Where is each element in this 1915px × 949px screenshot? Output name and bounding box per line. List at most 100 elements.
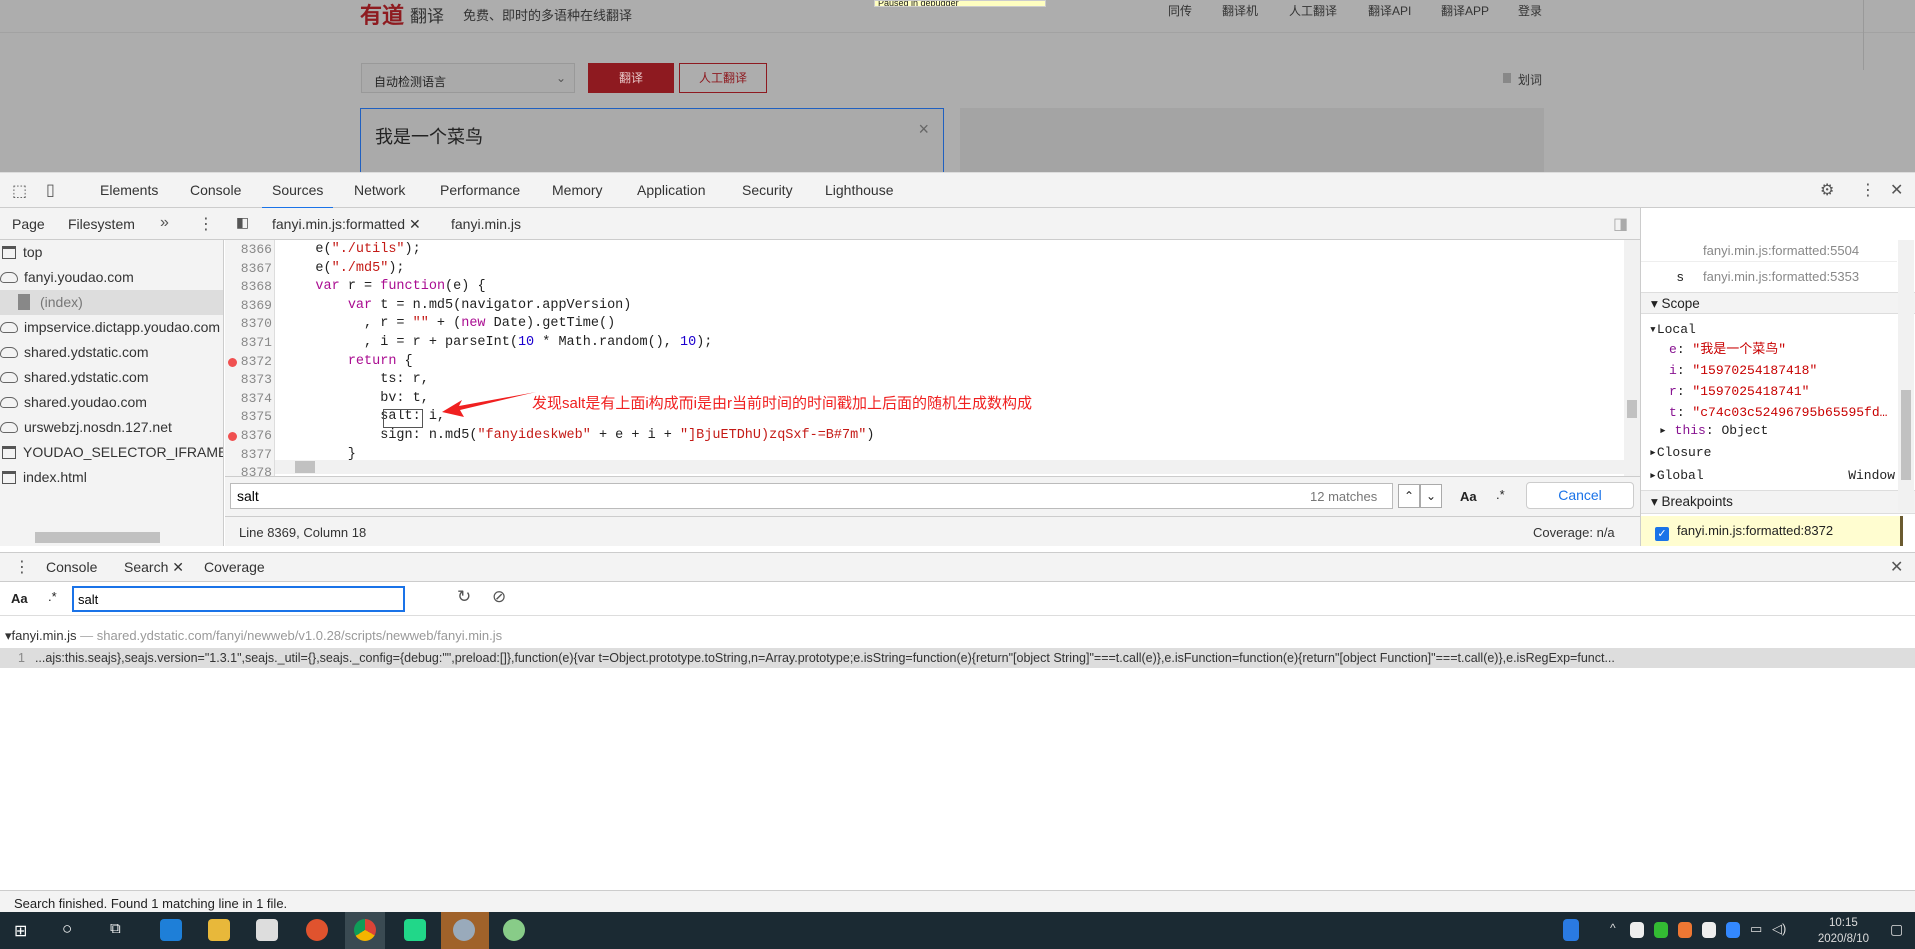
- tray-app-icon[interactable]: [1563, 919, 1579, 941]
- youdao-logo[interactable]: 有道: [360, 0, 404, 30]
- tab-performance[interactable]: Performance: [440, 182, 520, 198]
- more-options-icon[interactable]: ⋮: [1860, 180, 1876, 200]
- tab-network[interactable]: Network: [354, 182, 405, 198]
- search-result-line[interactable]: 1 ...ajs:this.seajs},seajs.version="1.3.1…: [0, 648, 1915, 668]
- nav-link[interactable]: 翻译机: [1222, 2, 1258, 19]
- close-tab-icon[interactable]: ✕: [409, 216, 421, 232]
- breakpoint-item[interactable]: ✓ fanyi.min.js:formatted:8372: [1641, 516, 1903, 546]
- editor-hscrollbar[interactable]: [275, 460, 1624, 474]
- tab-application[interactable]: Application: [637, 182, 706, 198]
- navigator-hscrollbar[interactable]: [35, 532, 160, 543]
- tab-memory[interactable]: Memory: [552, 182, 603, 198]
- match-case-toggle[interactable]: Aa: [1460, 489, 1477, 504]
- device-toolbar-icon[interactable]: ▯: [46, 180, 55, 200]
- tree-item[interactable]: shared.ydstatic.com: [0, 340, 223, 365]
- scope-closure[interactable]: ▸Closure: [1641, 442, 1897, 464]
- regex-toggle[interactable]: .*: [1496, 487, 1505, 502]
- line-number[interactable]: 8374: [225, 390, 275, 409]
- close-drawer-icon[interactable]: ✕: [1890, 557, 1903, 577]
- breakpoint-marker[interactable]: [228, 357, 237, 367]
- line-number[interactable]: 8369: [225, 297, 275, 316]
- scope-variable[interactable]: i: "15970254187418": [1641, 360, 1897, 382]
- tab-elements[interactable]: Elements: [100, 182, 158, 198]
- find-input[interactable]: [230, 483, 1393, 509]
- tray-icon[interactable]: [1726, 922, 1740, 938]
- edge-icon[interactable]: [160, 919, 182, 941]
- search-circle-icon[interactable]: ○: [62, 919, 72, 939]
- tree-item[interactable]: impservice.dictapp.youdao.com: [0, 315, 223, 340]
- sidebar-scrollbar[interactable]: [1898, 240, 1914, 512]
- wechat-icon[interactable]: [503, 919, 525, 941]
- breakpoints-section-header[interactable]: ▾ Breakpoints: [1641, 490, 1915, 514]
- tray-expand-icon[interactable]: ^: [1610, 921, 1616, 935]
- editor-scroll-thumb[interactable]: [1627, 400, 1637, 418]
- line-number[interactable]: 8370: [225, 315, 275, 334]
- match-case-toggle[interactable]: Aa: [11, 591, 28, 606]
- line-number[interactable]: 8375: [225, 408, 275, 427]
- nav-link[interactable]: 翻译API: [1368, 2, 1411, 19]
- breakpoint-marker[interactable]: [228, 432, 237, 441]
- network-icon[interactable]: ▭: [1750, 921, 1762, 937]
- volume-icon[interactable]: ◁): [1772, 921, 1786, 937]
- nav-link[interactable]: 翻译APP: [1441, 2, 1489, 19]
- line-number[interactable]: 8373: [225, 371, 275, 390]
- tab-lighthouse[interactable]: Lighthouse: [825, 182, 894, 198]
- human-translate-button[interactable]: 人工翻译: [679, 63, 767, 93]
- find-cancel-button[interactable]: Cancel: [1526, 482, 1634, 509]
- tab-security[interactable]: Security: [742, 182, 793, 198]
- tree-item[interactable]: fanyi.youdao.com: [0, 265, 223, 290]
- tree-item[interactable]: index.html: [0, 465, 223, 490]
- tray-icon[interactable]: [1678, 922, 1692, 938]
- tray-icon[interactable]: [1630, 922, 1644, 938]
- clock[interactable]: 10:15 2020/8/10: [1818, 915, 1869, 947]
- scope-variable[interactable]: e: "我是一个菜鸟": [1641, 339, 1897, 361]
- line-number[interactable]: 8371: [225, 334, 275, 353]
- windows-start-icon[interactable]: ⊞: [14, 921, 27, 941]
- tree-item[interactable]: (index): [0, 290, 223, 315]
- navigator-menu-icon[interactable]: ⋮: [198, 214, 214, 234]
- source-text-input[interactable]: 我是一个菜鸟 ×: [360, 108, 944, 172]
- regex-toggle[interactable]: .*: [48, 589, 57, 604]
- find-next-button[interactable]: ⌄: [1420, 484, 1442, 508]
- chrome-icon[interactable]: [354, 919, 376, 941]
- notifications-icon[interactable]: ▢: [1890, 921, 1903, 938]
- drawer-tab-console[interactable]: Console: [46, 559, 97, 575]
- tree-item[interactable]: shared.youdao.com: [0, 390, 223, 415]
- nav-link[interactable]: 人工翻译: [1289, 2, 1337, 19]
- tree-item[interactable]: urswebzj.nosdn.127.net: [0, 415, 223, 440]
- app-icon[interactable]: [453, 919, 475, 941]
- tree-item[interactable]: YOUDAO_SELECTOR_IFRAME (: [0, 440, 223, 465]
- tree-item[interactable]: shared.ydstatic.com: [0, 365, 223, 390]
- task-view-icon[interactable]: ⧉: [110, 920, 121, 937]
- close-tab-icon[interactable]: ✕: [172, 559, 184, 575]
- search-result-file[interactable]: ▾fanyi.min.js — shared.ydstatic.com/fany…: [5, 628, 502, 644]
- huaci-checkbox[interactable]: [1503, 73, 1511, 83]
- line-number[interactable]: 8366: [225, 241, 275, 260]
- scope-this[interactable]: ▸ this: Object: [1641, 420, 1897, 442]
- find-previous-button[interactable]: ⌃: [1398, 484, 1420, 508]
- language-select[interactable]: 自动检测语言 ⌄: [361, 63, 575, 93]
- drawer-tab-coverage[interactable]: Coverage: [204, 559, 265, 575]
- side-tools[interactable]: [1863, 0, 1903, 70]
- clear-icon[interactable]: ×: [918, 119, 929, 140]
- breakpoint-checkbox[interactable]: ✓: [1655, 527, 1669, 541]
- toggle-debugger-icon[interactable]: ◨: [1613, 214, 1628, 234]
- search-input[interactable]: [72, 586, 405, 612]
- nav-link[interactable]: 同传: [1168, 2, 1192, 19]
- line-number[interactable]: 8368: [225, 278, 275, 297]
- call-frame[interactable]: s fanyi.min.js:formatted:5353: [1641, 266, 1897, 288]
- code-editor[interactable]: 8366 e("./utils"); 8367 e("./md5"); 8368 v…: [225, 240, 1640, 480]
- toggle-navigator-icon[interactable]: ◧: [236, 214, 249, 231]
- drawer-menu-icon[interactable]: ⋮: [14, 557, 30, 577]
- tab-console[interactable]: Console: [190, 182, 241, 198]
- file-tab-formatted[interactable]: fanyi.min.js:formatted ✕: [262, 216, 431, 243]
- translate-button[interactable]: 翻译: [588, 63, 674, 93]
- store-icon[interactable]: [256, 919, 278, 941]
- settings-gear-icon[interactable]: ⚙: [1820, 180, 1834, 200]
- login-link[interactable]: 登录: [1518, 2, 1542, 19]
- line-number[interactable]: 8377: [225, 446, 275, 465]
- tab-page[interactable]: Page: [2, 216, 55, 243]
- line-number[interactable]: 8367: [225, 260, 275, 279]
- tree-item[interactable]: top: [0, 240, 223, 265]
- file-explorer-icon[interactable]: [208, 919, 230, 941]
